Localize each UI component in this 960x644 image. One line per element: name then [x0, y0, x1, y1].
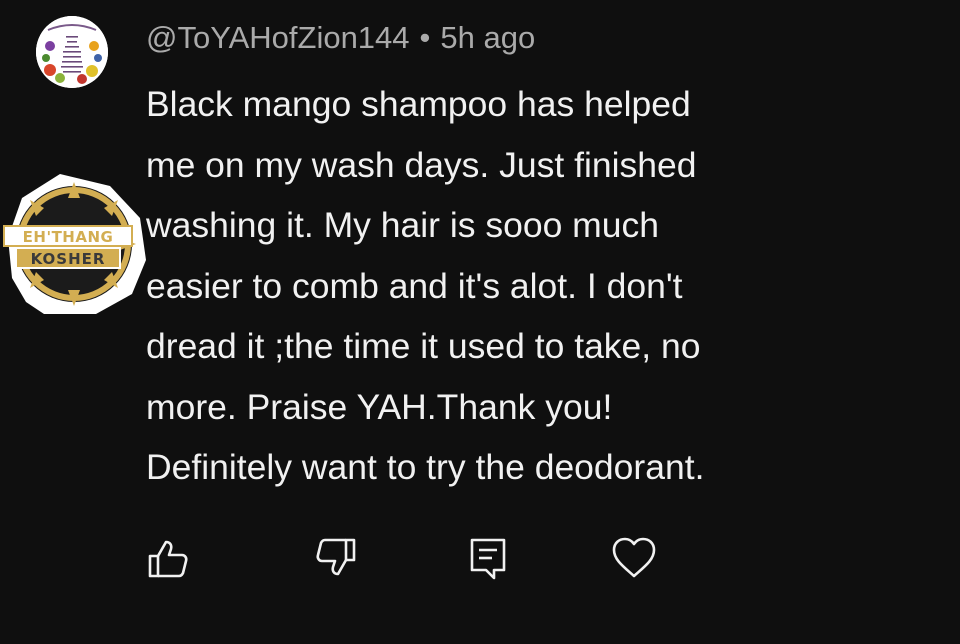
- comment-line: me on my wash days. Just finished: [146, 144, 697, 185]
- comment-body: Black mango shampoo has helped me on my …: [146, 74, 866, 498]
- fruit-of-the-spirit-avatar-icon: [36, 16, 108, 88]
- thumbs-up-icon: [148, 540, 188, 578]
- comment-timestamp[interactable]: 5h ago: [440, 20, 535, 55]
- comment-line: more. Praise YAH.Thank you!: [146, 386, 613, 427]
- comment-line: easier to comb and it's alot. I don't: [146, 265, 683, 306]
- comment-line: Definitely want to try the deodorant.: [146, 447, 705, 487]
- comment-line: washing it. My hair is sooo much: [146, 205, 659, 245]
- comment-header: @ToYAHofZion144 • 5h ago: [146, 20, 535, 56]
- reply-button[interactable]: [460, 530, 516, 586]
- meta-separator: •: [419, 20, 431, 55]
- eh-thang-kosher-sticker: EH'THANG KOSHER: [0, 168, 150, 320]
- sticker-text-line1: EH'THANG: [22, 228, 114, 246]
- heart-icon: [612, 537, 656, 578]
- comment-line: dread it ;the time it used to take, no: [146, 326, 701, 366]
- thumbs-down-icon: [316, 538, 356, 576]
- dislike-button[interactable]: [308, 530, 364, 586]
- author-handle[interactable]: @ToYAHofZion144: [146, 20, 410, 55]
- like-button[interactable]: [140, 530, 196, 586]
- comment-actions: [0, 530, 960, 590]
- reply-comment-icon: [470, 538, 506, 580]
- sticker-text-line2: KOSHER: [30, 250, 106, 268]
- comment-line: Black mango shampoo has helped: [146, 84, 691, 124]
- heart-button[interactable]: [606, 530, 662, 586]
- author-avatar[interactable]: [36, 16, 108, 88]
